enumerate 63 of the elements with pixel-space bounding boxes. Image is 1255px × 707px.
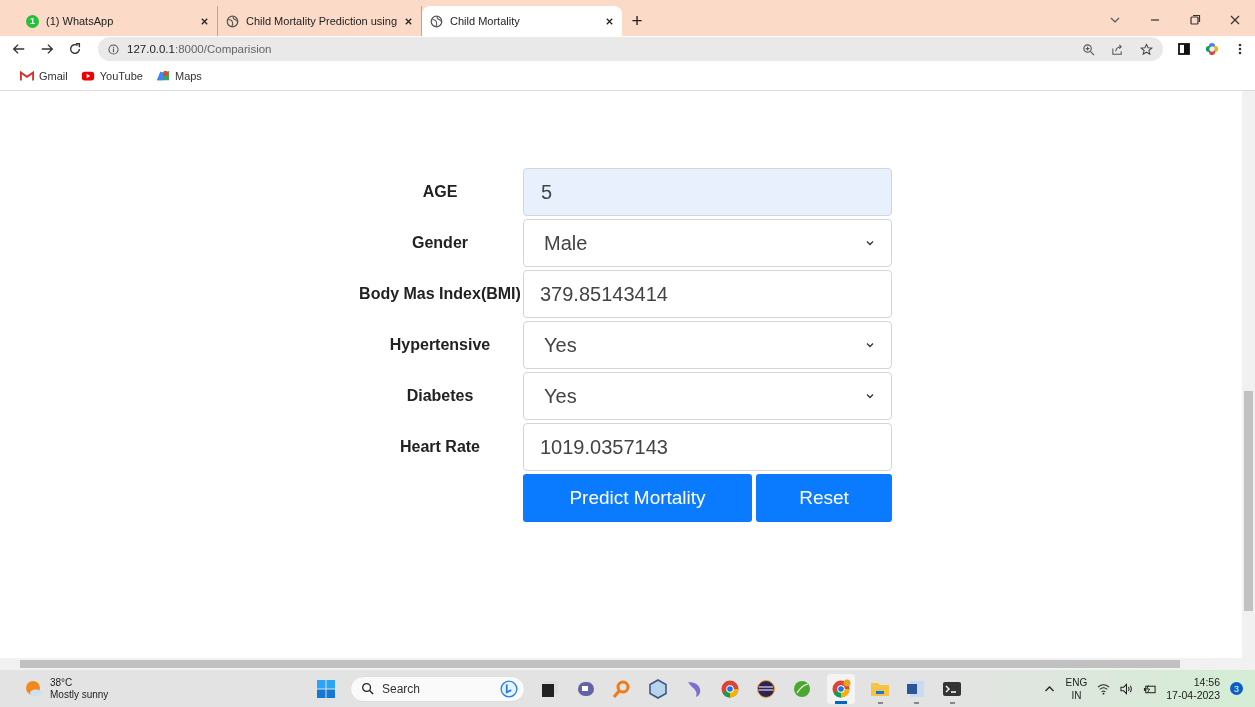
restore-icon[interactable] [1189, 14, 1201, 26]
scrollbar[interactable] [1242, 91, 1255, 658]
dropdown[interactable]: Yes [523, 372, 892, 420]
browser-tab[interactable]: Child Mortality [422, 6, 622, 36]
scrollbar[interactable] [0, 658, 1255, 670]
close-icon[interactable] [605, 16, 614, 26]
back-arrow-icon[interactable] [12, 42, 26, 56]
field-label: Heart Rate [399, 438, 481, 456]
field-label: Body Mas Index(BMI) [358, 285, 522, 303]
chevron-down-icon [865, 391, 875, 401]
bing-icon[interactable] [500, 679, 518, 698]
reload-icon[interactable] [68, 42, 82, 56]
search-field[interactable]: Search [350, 675, 525, 702]
field-label: Diabetes [405, 387, 475, 405]
temperature: 38°C [50, 676, 74, 689]
clock[interactable]: 14:56 17-04-2023 [1166, 675, 1220, 702]
map-icon [155, 70, 170, 82]
star-icon[interactable] [1140, 42, 1153, 56]
windows-start-icon[interactable] [316, 678, 336, 699]
extension-icon[interactable] [1205, 42, 1219, 56]
notification-badge: 1 [26, 14, 39, 28]
language-indicator[interactable]: ENG IN [1065, 675, 1088, 702]
battery-icon[interactable] [1143, 682, 1157, 695]
globe-icon [430, 14, 443, 28]
tab-title: Child Mortality Prediction using [246, 15, 397, 27]
bookmark[interactable]: Maps [155, 70, 202, 82]
predict-button[interactable]: Predict Mortality [523, 474, 752, 522]
input-field[interactable]: 379.85143414 [523, 270, 892, 318]
close-icon[interactable] [1229, 14, 1241, 26]
reset-button[interactable]: Reset [756, 474, 892, 522]
tab-title: Child Mortality [450, 15, 521, 27]
zoom-icon[interactable] [1082, 42, 1095, 56]
field-label: Gender [411, 234, 469, 252]
chevron-down-icon [865, 238, 875, 248]
globe-icon [226, 14, 239, 28]
youtube-icon [80, 70, 95, 82]
url-text: 127.0.0.1:8000/Comparision [127, 43, 272, 55]
browser-tab[interactable]: 1 (1) WhatsApp [18, 6, 218, 36]
address-bar[interactable]: 127.0.0.1:8000/Comparision [98, 37, 1163, 61]
forward-arrow-icon[interactable] [40, 42, 54, 56]
new-tab-button[interactable]: + [622, 6, 652, 36]
dropdown[interactable]: Male [523, 219, 892, 267]
field-label: AGE [421, 183, 459, 201]
dropdown[interactable]: Yes [523, 321, 892, 369]
info-icon [108, 43, 119, 55]
tab-title: (1) WhatsApp [46, 15, 115, 27]
field-label: Hypertensive [388, 336, 492, 354]
sun-cloud-icon [24, 678, 44, 699]
bookmark[interactable]: Gmail [20, 70, 68, 82]
notification-badge[interactable]: 3 [1230, 682, 1243, 695]
close-icon[interactable] [200, 16, 209, 26]
bookmark[interactable]: YouTube [80, 70, 143, 82]
side-panel-icon[interactable] [1177, 42, 1191, 56]
share-icon[interactable] [1111, 42, 1124, 56]
input-field[interactable]: 1019.0357143 [523, 423, 892, 471]
search-icon [361, 682, 374, 695]
chevron-down-icon [865, 340, 875, 350]
speaker-icon[interactable] [1120, 682, 1134, 695]
weather-condition: Mostly sunny [50, 688, 109, 701]
wifi-icon[interactable] [1097, 682, 1111, 695]
input-field[interactable]: 5 [523, 168, 892, 216]
close-icon[interactable] [404, 16, 413, 26]
gmail-icon [20, 70, 34, 82]
